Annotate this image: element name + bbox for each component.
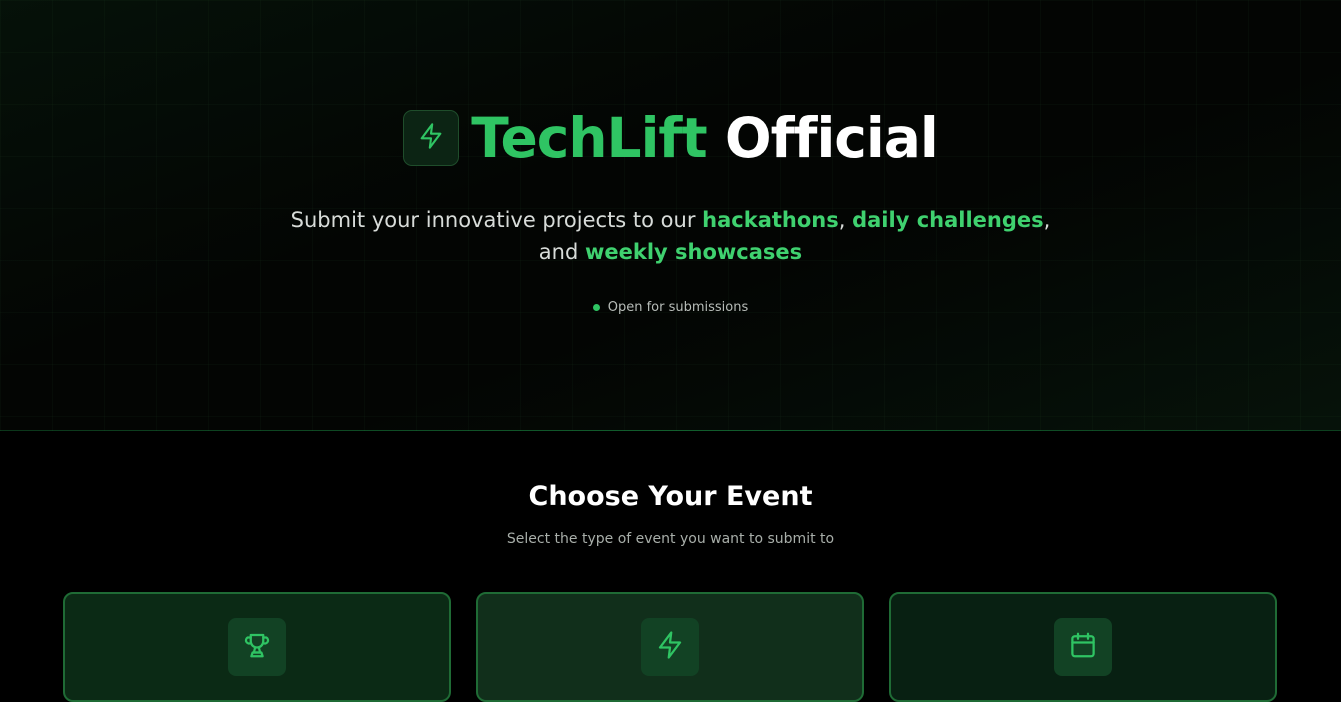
section-title: Choose Your Event — [528, 481, 813, 512]
title-rest: Official — [724, 105, 939, 170]
status-text: Open for submissions — [607, 300, 749, 315]
subtitle-line-2: and weekly showcases — [0, 236, 1341, 268]
title-brand: TechLift — [471, 105, 707, 170]
subtitle-line-1: Submit your innovative projects to our h… — [0, 204, 1341, 236]
subtitle-text: and — [538, 240, 585, 264]
hero-subtitle: Submit your innovative projects to our h… — [0, 204, 1341, 268]
hero-title-row: TechLift Official — [0, 110, 1341, 166]
event-card-hackathons[interactable] — [63, 592, 451, 702]
subtitle-text: Submit your innovative projects to our — [290, 208, 703, 232]
highlight-weekly-showcases: weekly showcases — [584, 240, 803, 264]
card-icon-badge — [228, 618, 286, 676]
card-icon-badge — [1054, 618, 1112, 676]
card-icon-badge — [641, 618, 699, 676]
event-card-daily-challenges[interactable] — [476, 592, 864, 702]
trophy-icon — [242, 630, 272, 664]
subtitle-separator: , — [1043, 208, 1051, 232]
lightning-bolt-icon — [655, 630, 685, 664]
logo-badge — [403, 110, 460, 166]
page-title: TechLift Official — [471, 110, 938, 166]
event-card-weekly-showcases[interactable] — [889, 592, 1277, 702]
subtitle-separator: , — [838, 208, 853, 232]
highlight-daily-challenges: daily challenges — [852, 208, 1044, 232]
calendar-icon — [1068, 630, 1098, 664]
hero-divider — [0, 430, 1341, 431]
status-dot-icon — [592, 304, 600, 311]
submission-status: Open for submissions — [0, 300, 1341, 315]
section-subtitle: Select the type of event you want to sub… — [506, 531, 835, 547]
lightning-bolt-icon — [417, 122, 445, 154]
highlight-hackathons: hackathons — [702, 208, 839, 232]
